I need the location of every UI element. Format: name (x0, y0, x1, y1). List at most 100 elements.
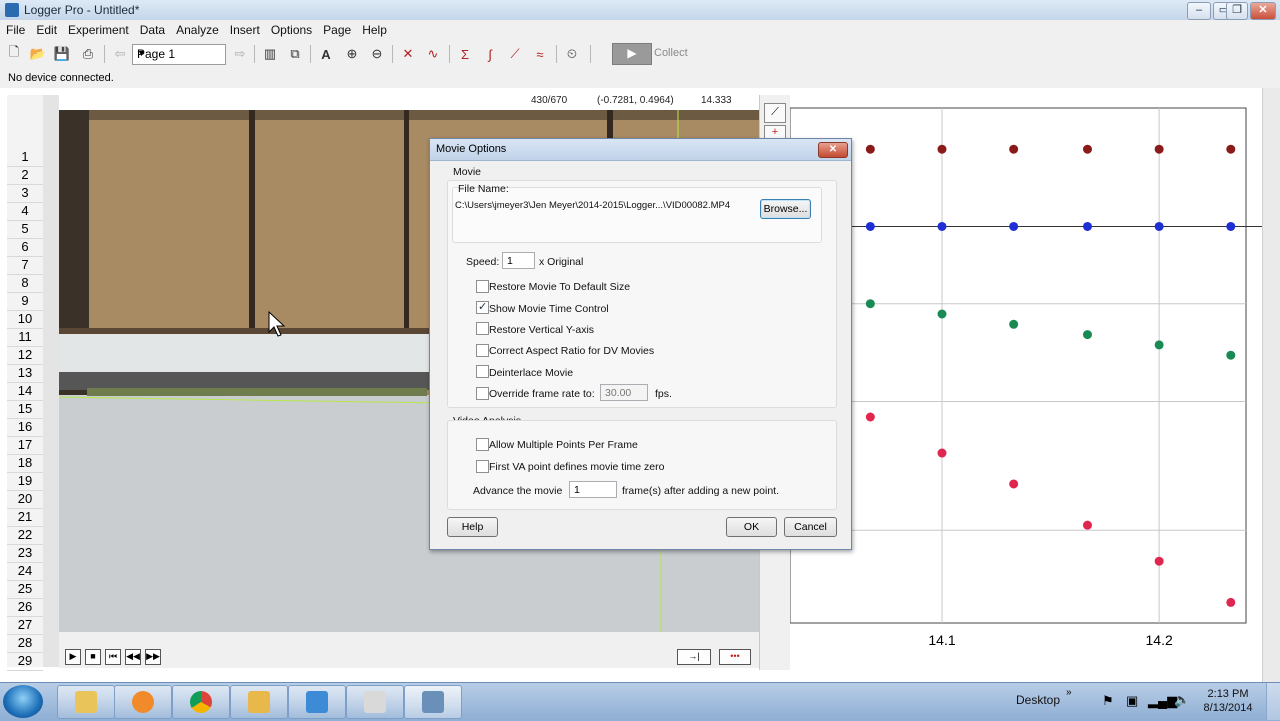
menu-analyze[interactable]: Analyze (170, 20, 224, 37)
device-icon[interactable]: ▣ (1126, 693, 1138, 709)
examine-icon[interactable]: ✕ (398, 44, 418, 64)
menu-help[interactable]: Help (356, 20, 392, 37)
play-icon-button[interactable]: ▶ (65, 649, 81, 665)
row-number: 25 (7, 580, 43, 599)
data-point (1226, 144, 1236, 154)
tangent-icon[interactable]: ∿ (423, 44, 443, 64)
graph-svg: 14.1 14.2 (790, 107, 1262, 648)
save-icon[interactable]: 💾 (52, 44, 72, 64)
row-number: 7 (7, 256, 43, 275)
frame-rate-input[interactable]: 30.00 (600, 384, 648, 401)
data-browser-icon[interactable]: ⧉ (285, 44, 305, 64)
advance-frames-input[interactable]: 1 (569, 481, 617, 498)
print-icon[interactable]: ⎙ (78, 44, 98, 64)
taskbar-logger-pro[interactable] (404, 685, 462, 719)
cancel-button[interactable]: Cancel (784, 517, 837, 537)
show-desktop-button[interactable] (1266, 683, 1280, 720)
menu-options[interactable]: Options (265, 20, 317, 37)
taskbar-notes[interactable] (288, 685, 346, 719)
file-name-label: File Name: (458, 183, 509, 195)
ok-button[interactable]: OK (726, 517, 777, 537)
media-player-icon (132, 691, 154, 713)
menu-data[interactable]: Data (134, 20, 170, 37)
deinterlace-checkbox[interactable] (476, 365, 489, 378)
override-frame-rate-checkbox[interactable] (476, 387, 489, 400)
toolbar-separator (556, 45, 557, 63)
collect-button[interactable]: ▶ (612, 43, 652, 65)
network-icon[interactable]: ▂▄▆ (1148, 693, 1177, 709)
x-tick-label: 14.1 (928, 632, 955, 648)
taskbar-media-player[interactable] (114, 685, 172, 719)
correct-aspect-checkbox[interactable] (476, 344, 489, 357)
add-point-icon-button[interactable]: ••• (719, 649, 751, 665)
menu-experiment[interactable]: Experiment (62, 20, 134, 37)
data-point (865, 412, 875, 422)
first-va-point-checkbox[interactable] (476, 460, 489, 473)
step-back-icon-button[interactable]: ◀◀ (125, 649, 141, 665)
browse-button[interactable]: Browse... (760, 199, 811, 219)
plot-frame (790, 107, 1247, 624)
frame-rate-unit: fps. (655, 388, 672, 400)
menu-edit[interactable]: Edit (30, 20, 62, 37)
integral-icon[interactable]: ∫ (480, 44, 500, 64)
step-forward-icon-button[interactable]: ▶▶ (145, 649, 161, 665)
data-point (1226, 597, 1236, 607)
allow-multiple-points-checkbox[interactable] (476, 438, 489, 451)
help-button[interactable]: Help (447, 517, 498, 537)
graph[interactable]: 14.1 14.2 (790, 92, 1262, 682)
linear-fit-icon[interactable]: ⟋ (505, 44, 525, 64)
logger-pro-icon (422, 691, 444, 713)
row-number: 27 (7, 616, 43, 635)
page-select[interactable]: Page 1 ▼ (132, 44, 226, 65)
data-point (1154, 340, 1164, 350)
scale-tool-icon[interactable]: ⟋ (764, 103, 786, 123)
taskbar-explorer[interactable] (57, 685, 115, 719)
deinterlace-label: Deinterlace Movie (489, 367, 574, 379)
data-point (1082, 144, 1092, 154)
restore-default-size-checkbox[interactable] (476, 280, 489, 293)
origin-tool-icon[interactable]: + (764, 125, 786, 139)
row-number: 13 (7, 364, 43, 383)
minimize-button[interactable]: – (1187, 2, 1211, 20)
desktop-toolbar-label[interactable]: Desktop (1016, 693, 1060, 707)
restore-y-axis-checkbox[interactable] (476, 322, 489, 335)
data-point (865, 144, 875, 154)
flag-icon[interactable]: ⚑ (1102, 693, 1114, 709)
stop-icon-button[interactable]: ■ (85, 649, 101, 665)
stopwatch-icon[interactable]: ⏲ (562, 44, 582, 64)
vertical-scrollbar[interactable] (1262, 88, 1280, 682)
page-forward-icon[interactable]: ⇨ (230, 44, 250, 64)
zoom-in-icon[interactable]: ⊕ (342, 44, 362, 64)
video-analysis-toggle-button[interactable]: →| (677, 649, 711, 665)
new-file-icon[interactable]: 🗋 (4, 44, 24, 64)
row-number: 12 (7, 346, 43, 365)
toolbar-expand-icon[interactable]: » (1066, 687, 1072, 698)
close-button[interactable]: ✕ (1250, 2, 1276, 20)
data-point (1009, 479, 1019, 489)
taskbar-chrome[interactable] (172, 685, 230, 719)
autoscale-icon[interactable]: A (316, 44, 336, 64)
menu-insert[interactable]: Insert (224, 20, 265, 37)
row-number: 10 (7, 310, 43, 329)
maximize-button[interactable]: ❐ (1226, 2, 1248, 20)
table-icon[interactable]: ▥ (260, 44, 280, 64)
volume-icon[interactable]: 🔈 (1174, 692, 1190, 708)
show-time-control-checkbox[interactable] (476, 300, 489, 314)
page-back-icon[interactable]: ⇦ (110, 44, 130, 64)
zoom-out-icon[interactable]: ⊖ (367, 44, 387, 64)
time-readout: 14.333 (701, 95, 732, 106)
start-button[interactable] (3, 685, 43, 718)
dialog-close-button[interactable]: ✕ (818, 142, 848, 158)
curve-fit-icon[interactable]: ≈ (530, 44, 550, 64)
row-number: 1 (7, 148, 43, 167)
taskbar-app[interactable] (230, 685, 288, 719)
rewind-start-icon-button[interactable]: ⏮ (105, 649, 121, 665)
chevron-down-icon: ▼ (137, 48, 146, 58)
statistics-icon[interactable]: Σ (455, 44, 475, 64)
menu-page[interactable]: Page (317, 20, 356, 37)
speed-input[interactable]: 1 (502, 252, 535, 269)
menu-file[interactable]: File (0, 20, 30, 37)
open-folder-icon[interactable]: 📂 (28, 44, 48, 64)
clock[interactable]: 2:13 PM 8/13/2014 (1196, 687, 1260, 715)
taskbar-editor[interactable] (346, 685, 404, 719)
